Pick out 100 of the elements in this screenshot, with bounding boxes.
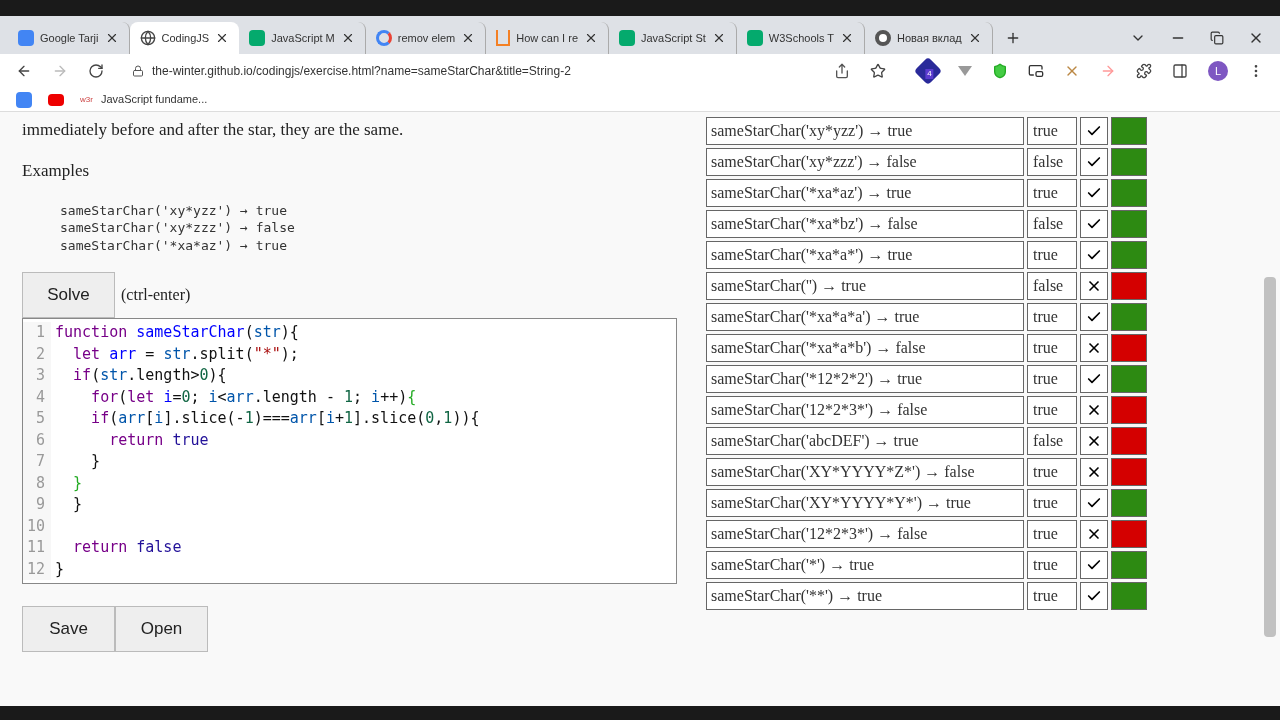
test-case-cell: sameStarChar('*xa*a*') → true: [706, 241, 1024, 269]
line-number: 11: [23, 537, 51, 559]
shield-icon[interactable]: [992, 63, 1008, 79]
result-cell: false: [1027, 148, 1077, 176]
test-case-cell: sameStarChar('*xa*az') → true: [706, 179, 1024, 207]
result-cell: true: [1027, 396, 1077, 424]
action-button[interactable]: Save: [22, 606, 115, 652]
test-case-cell: sameStarChar('*xa*a*b') → false: [706, 334, 1024, 362]
line-number: 3: [23, 365, 51, 387]
code-line: return true: [108, 429, 209, 451]
examples-heading: Examples: [22, 160, 91, 182]
picture-in-picture-icon[interactable]: [1028, 63, 1044, 79]
line-number: 1: [23, 322, 51, 344]
restore-icon[interactable]: [1210, 31, 1224, 45]
line-number: 9: [23, 494, 51, 516]
test-case-cell: sameStarChar('*12*2*2') → true: [706, 365, 1024, 393]
extension-icon[interactable]: 4: [913, 56, 943, 86]
line-number: 10: [23, 515, 51, 537]
tab-title: How can I re: [516, 30, 578, 46]
line-number: 2: [23, 343, 51, 365]
result-cell: true: [1027, 582, 1077, 610]
solve-button[interactable]: Solve: [22, 272, 115, 318]
result-cell: true: [1027, 303, 1077, 331]
test-case-cell: sameStarChar('XY*YYYY*Z*') → false: [706, 458, 1024, 486]
result-cell: false: [1027, 272, 1077, 300]
description-text: immediately before and after the star, they are the same.: [22, 119, 405, 141]
line-number: 4: [23, 386, 51, 408]
example-line: sameStarChar('xy*zzz') → false: [60, 219, 296, 237]
code-editor[interactable]: [22, 318, 677, 584]
result-cell: false: [1027, 210, 1077, 238]
test-case-cell: sameStarChar('xy*zzz') → false: [706, 148, 1024, 176]
tab-title: Google Tarji: [40, 30, 99, 46]
browser-tab[interactable]: remov elem: [365, 22, 487, 54]
badge: 4: [925, 69, 934, 79]
code-line: }: [72, 494, 83, 515]
browser-tab[interactable]: How can I re: [486, 22, 609, 54]
tab-title: CodingJS: [161, 30, 210, 46]
profile-avatar[interactable]: L: [1208, 61, 1228, 81]
browser-tab[interactable]: JavaScript St: [609, 22, 737, 54]
reload-icon[interactable]: [88, 63, 104, 79]
line-number: 6: [23, 429, 51, 451]
test-case-cell: sameStarChar('12*2*3*') → false: [706, 520, 1024, 548]
test-case-cell: sameStarChar('*xa*a*a') → true: [706, 303, 1024, 331]
result-cell: true: [1027, 489, 1077, 517]
code-line: let arr = str.split("*");: [72, 343, 299, 365]
result-cell: true: [1027, 551, 1077, 579]
side-panel-icon[interactable]: [1172, 63, 1188, 79]
line-number: 8: [23, 472, 51, 494]
code-line: }: [54, 558, 65, 580]
globe-icon: [139, 30, 156, 46]
result-cell: true: [1027, 241, 1077, 269]
test-case-cell: sameStarChar('xy*yzz') → true: [706, 117, 1024, 145]
triangle-icon[interactable]: [958, 66, 972, 76]
code-line: function sameStarChar(str){: [54, 322, 299, 343]
lock-icon: [132, 65, 144, 77]
test-case-cell: sameStarChar('**') → true: [706, 582, 1024, 610]
result-cell: true: [1027, 179, 1077, 207]
shortcut-hint: (ctrl-enter): [121, 285, 191, 306]
test-case-cell: sameStarChar('*xa*bz') → false: [706, 210, 1024, 238]
browser-tab[interactable]: CodingJS: [129, 22, 240, 54]
close-icon[interactable]: [584, 31, 598, 45]
extensions-icon[interactable]: [1136, 63, 1152, 79]
tab-title: remov elem: [397, 30, 456, 46]
tab-title: Новая вклад: [897, 30, 962, 46]
code-line: for(let i=0; i<arr.length - 1; i++){: [90, 386, 417, 408]
code-line: }: [90, 451, 101, 472]
result-cell: true: [1027, 117, 1077, 145]
tab-title: JavaScript M: [271, 30, 335, 46]
result-cell: false: [1027, 427, 1077, 455]
example-line: sameStarChar('xy*yzz') → true: [60, 201, 288, 219]
action-button[interactable]: Open: [115, 606, 208, 652]
line-number: 5: [23, 408, 51, 430]
browser-tab[interactable]: Google Tarji: [8, 22, 130, 54]
tab-title: W3Schools T: [768, 30, 835, 46]
result-cell: true: [1027, 334, 1077, 362]
browser-tab[interactable]: JavaScript M: [239, 22, 366, 54]
bookmark-link[interactable]: JavaScript fundame...: [100, 91, 208, 108]
code-line: return false: [72, 537, 182, 558]
result-cell: true: [1027, 365, 1077, 393]
code-line: if(str.length>0){: [72, 365, 227, 386]
share-icon[interactable]: [834, 63, 850, 79]
scrollbar-thumb[interactable]: [1264, 277, 1276, 637]
site-icon: w3r: [80, 93, 93, 106]
star-icon[interactable]: [870, 63, 886, 79]
example-line: sameStarChar('*xa*az') → true: [60, 236, 288, 254]
test-case-cell: sameStarChar('12*2*3*') → false: [706, 396, 1024, 424]
code-line: if(arr[i].slice(-1)===arr[i+1].slice(0,1)){: [90, 408, 480, 429]
browser-tab[interactable]: W3Schools T: [736, 22, 866, 54]
code-line: }: [72, 472, 83, 494]
back-icon[interactable]: [16, 63, 32, 79]
tab-title: JavaScript St: [641, 30, 706, 46]
result-cell: true: [1027, 520, 1077, 548]
address-bar[interactable]: the-winter.github.io/codingjs/exercise.html?name=sameStarChar&title=String-2: [124, 57, 814, 85]
test-case-cell: sameStarChar('*') → true: [706, 551, 1024, 579]
test-case-cell: sameStarChar('') → true: [706, 272, 1024, 300]
url-text: the-winter.github.io/codingjs/exercise.html?name=sameStarChar&title=String-2: [152, 63, 571, 80]
result-cell: true: [1027, 458, 1077, 486]
test-case-cell: sameStarChar('XY*YYYY*Y*') → true: [706, 489, 1024, 517]
browser-tab[interactable]: Новая вклад: [865, 22, 993, 54]
line-number: 7: [23, 451, 51, 473]
